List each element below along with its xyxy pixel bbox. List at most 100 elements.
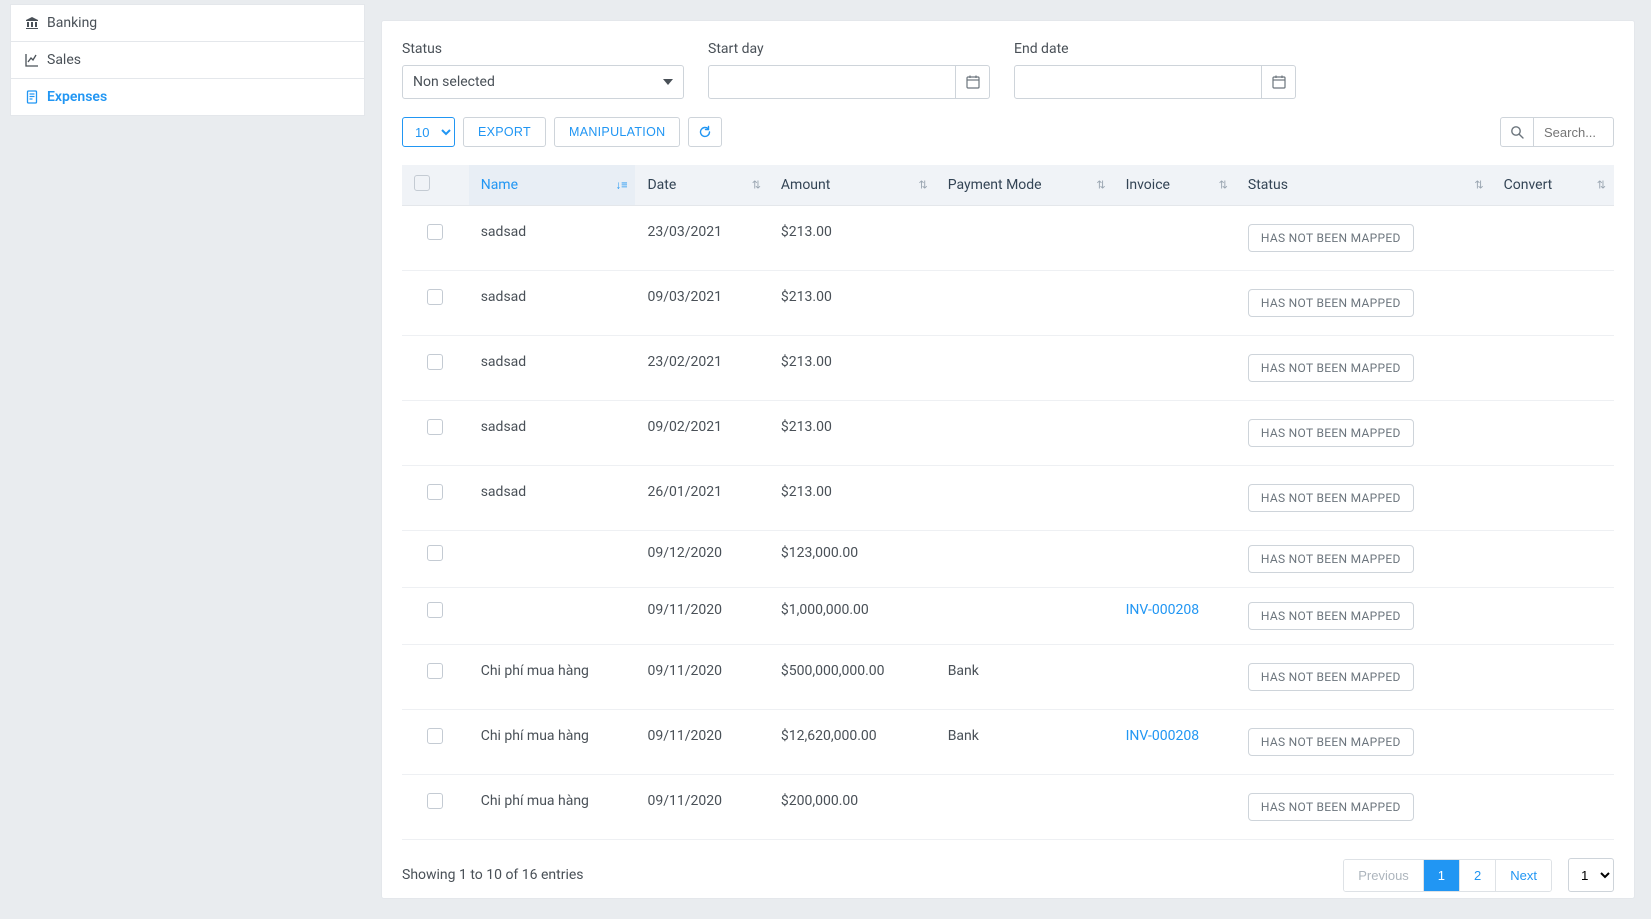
cell-amount: $213.00 xyxy=(769,466,936,531)
next-button[interactable]: Next xyxy=(1496,860,1551,891)
cell-convert xyxy=(1492,710,1614,775)
sort-icon: ⇅ xyxy=(1597,179,1606,192)
cell-amount: $1,000,000.00 xyxy=(769,588,936,645)
table-row: sadsad26/01/2021$213.00HAS NOT BEEN MAPP… xyxy=(402,466,1614,531)
status-select[interactable]: Non selected xyxy=(402,65,684,99)
search-input[interactable] xyxy=(1534,117,1614,147)
status-badge: HAS NOT BEEN MAPPED xyxy=(1248,354,1414,382)
row-checkbox[interactable] xyxy=(427,354,443,370)
previous-button[interactable]: Previous xyxy=(1344,860,1424,891)
cell-payment-mode xyxy=(936,206,1114,271)
page-2-button[interactable]: 2 xyxy=(1460,860,1496,891)
cell-status: HAS NOT BEEN MAPPED xyxy=(1236,775,1492,840)
end-date-input[interactable] xyxy=(1014,65,1262,99)
row-checkbox[interactable] xyxy=(427,484,443,500)
column-status[interactable]: Status⇅ xyxy=(1236,165,1492,206)
cell-amount: $12,620,000.00 xyxy=(769,710,936,775)
cell-payment-mode xyxy=(936,588,1114,645)
page-jump-select[interactable]: 1 xyxy=(1568,858,1614,892)
row-checkbox[interactable] xyxy=(427,663,443,679)
cell-amount: $213.00 xyxy=(769,336,936,401)
refresh-button[interactable] xyxy=(688,117,722,147)
main: Status Non selected Start day xyxy=(365,0,1651,919)
start-day-label: Start day xyxy=(708,41,990,57)
cell-payment-mode xyxy=(936,775,1114,840)
cell-invoice xyxy=(1114,466,1236,531)
calendar-icon xyxy=(966,75,980,89)
search-button[interactable] xyxy=(1500,117,1534,147)
cell-status: HAS NOT BEEN MAPPED xyxy=(1236,466,1492,531)
sidebar-item-label: Banking xyxy=(47,15,97,31)
row-checkbox[interactable] xyxy=(427,224,443,240)
column-date[interactable]: Date⇅ xyxy=(635,165,768,206)
sort-icon: ⇅ xyxy=(918,179,927,192)
cell-amount: $213.00 xyxy=(769,271,936,336)
end-date-calendar-button[interactable] xyxy=(1262,65,1296,99)
sort-icon: ⇅ xyxy=(1474,179,1483,192)
panel: Status Non selected Start day xyxy=(381,20,1635,899)
sidebar-item-banking[interactable]: Banking xyxy=(11,5,364,42)
filters-row: Status Non selected Start day xyxy=(402,41,1614,99)
page-1-button[interactable]: 1 xyxy=(1424,860,1460,891)
bank-icon xyxy=(25,16,39,30)
export-button[interactable]: EXPORT xyxy=(463,117,546,147)
invoice-link[interactable]: INV-000208 xyxy=(1126,728,1200,744)
row-checkbox[interactable] xyxy=(427,793,443,809)
cell-invoice xyxy=(1114,531,1236,588)
row-checkbox[interactable] xyxy=(427,419,443,435)
cell-date: 09/03/2021 xyxy=(635,271,768,336)
cell-date: 26/01/2021 xyxy=(635,466,768,531)
cell-invoice xyxy=(1114,401,1236,466)
cell-payment-mode: Bank xyxy=(936,710,1114,775)
sort-icon: ⇅ xyxy=(1219,179,1228,192)
status-badge: HAS NOT BEEN MAPPED xyxy=(1248,484,1414,512)
sidebar-item-expenses[interactable]: Expenses xyxy=(11,79,364,115)
cell-convert xyxy=(1492,775,1614,840)
cell-status: HAS NOT BEEN MAPPED xyxy=(1236,588,1492,645)
cell-invoice xyxy=(1114,206,1236,271)
cell-amount: $200,000.00 xyxy=(769,775,936,840)
cell-convert xyxy=(1492,336,1614,401)
page-size-select[interactable]: 10 xyxy=(402,117,455,147)
column-name[interactable]: Name↓≡ xyxy=(469,165,636,206)
cell-name: sadsad xyxy=(469,401,636,466)
select-all-checkbox[interactable] xyxy=(414,175,430,191)
row-checkbox[interactable] xyxy=(427,728,443,744)
column-amount[interactable]: Amount⇅ xyxy=(769,165,936,206)
column-convert[interactable]: Convert⇅ xyxy=(1492,165,1614,206)
status-badge: HAS NOT BEEN MAPPED xyxy=(1248,663,1414,691)
cell-amount: $213.00 xyxy=(769,206,936,271)
status-label: Status xyxy=(402,41,684,57)
cell-name: Chi phí mua hàng xyxy=(469,775,636,840)
cell-convert xyxy=(1492,588,1614,645)
invoice-link[interactable]: INV-000208 xyxy=(1126,602,1200,618)
expenses-table: Name↓≡ Date⇅ Amount⇅ Payment Mode⇅ Invoi… xyxy=(402,165,1614,840)
row-checkbox[interactable] xyxy=(427,602,443,618)
row-checkbox[interactable] xyxy=(427,545,443,561)
table-row: 09/11/2020$1,000,000.00INV-000208HAS NOT… xyxy=(402,588,1614,645)
cell-status: HAS NOT BEEN MAPPED xyxy=(1236,710,1492,775)
table-row: 09/12/2020$123,000.00HAS NOT BEEN MAPPED xyxy=(402,531,1614,588)
cell-payment-mode xyxy=(936,401,1114,466)
cell-payment-mode: Bank xyxy=(936,645,1114,710)
column-payment-mode[interactable]: Payment Mode⇅ xyxy=(936,165,1114,206)
table-row: sadsad23/02/2021$213.00HAS NOT BEEN MAPP… xyxy=(402,336,1614,401)
cell-convert xyxy=(1492,531,1614,588)
cell-payment-mode xyxy=(936,336,1114,401)
start-day-calendar-button[interactable] xyxy=(956,65,990,99)
start-day-input[interactable] xyxy=(708,65,956,99)
row-checkbox[interactable] xyxy=(427,289,443,305)
status-badge: HAS NOT BEEN MAPPED xyxy=(1248,793,1414,821)
file-invoice-icon xyxy=(25,90,39,104)
cell-invoice: INV-000208 xyxy=(1114,710,1236,775)
manipulation-button[interactable]: MANIPULATION xyxy=(554,117,680,147)
cell-date: 09/11/2020 xyxy=(635,710,768,775)
pagination-info: Showing 1 to 10 of 16 entries xyxy=(402,867,584,883)
column-invoice[interactable]: Invoice⇅ xyxy=(1114,165,1236,206)
status-badge: HAS NOT BEEN MAPPED xyxy=(1248,224,1414,252)
cell-convert xyxy=(1492,466,1614,531)
sidebar-item-sales[interactable]: Sales xyxy=(11,42,364,79)
sort-desc-icon: ↓≡ xyxy=(616,179,628,192)
cell-name: sadsad xyxy=(469,206,636,271)
status-value: Non selected xyxy=(413,74,495,90)
